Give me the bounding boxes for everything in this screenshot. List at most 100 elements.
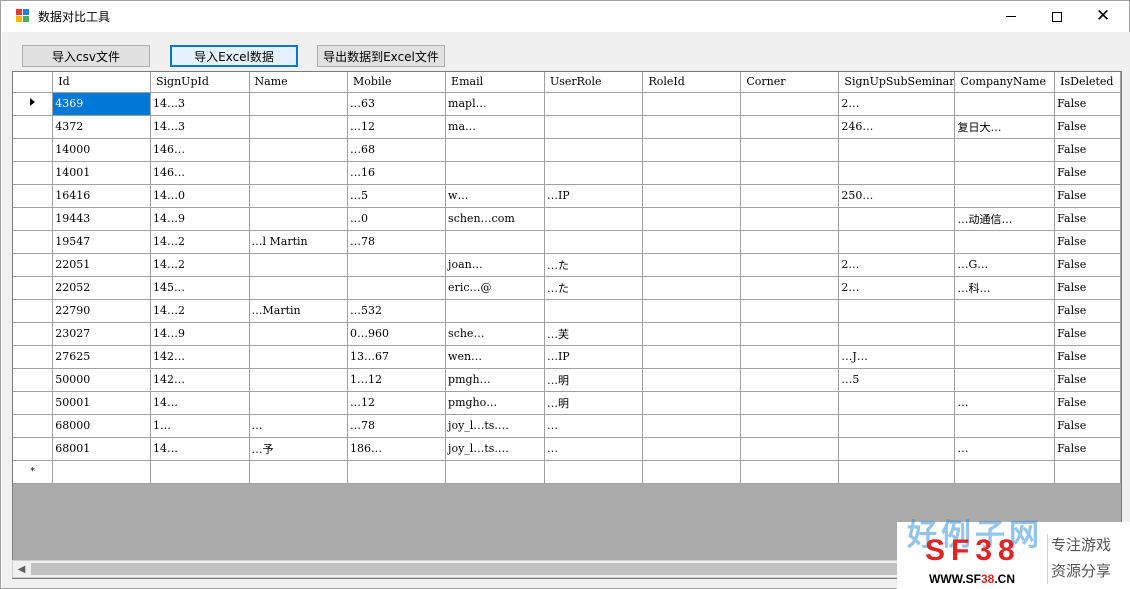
- grid-cell[interactable]: mapl…: [445, 92, 545, 116]
- table-row[interactable]: 19547 14…2 …l Martin …78 False: [13, 230, 1121, 254]
- grid-cell[interactable]: [642, 230, 742, 254]
- grid-cell[interactable]: [445, 161, 545, 185]
- grid-cell[interactable]: joy_l…ts.…: [445, 414, 545, 438]
- column-header-userrole[interactable]: UserRole: [544, 72, 644, 93]
- grid-cell[interactable]: 14…0: [150, 184, 250, 208]
- row-header[interactable]: [13, 414, 54, 438]
- grid-cell[interactable]: 13…67: [347, 345, 447, 369]
- grid-cell[interactable]: 50000: [52, 368, 151, 392]
- column-header-mobile[interactable]: Mobile: [347, 72, 447, 93]
- table-row[interactable]: 23027 14…9 0…960 sche… …芙 False: [13, 322, 1121, 346]
- grid-cell[interactable]: [838, 207, 956, 231]
- grid-cell[interactable]: 19443: [52, 207, 151, 231]
- grid-cell[interactable]: [740, 230, 840, 254]
- grid-cell[interactable]: 145…: [150, 276, 250, 300]
- grid-cell[interactable]: False: [1054, 322, 1121, 346]
- grid-cell[interactable]: 16416: [52, 184, 151, 208]
- grid-cell[interactable]: [642, 414, 742, 438]
- grid-cell[interactable]: w…: [445, 184, 545, 208]
- grid-cell[interactable]: [838, 391, 956, 415]
- grid-cell[interactable]: 14…2: [150, 253, 250, 277]
- grid-cell[interactable]: [740, 460, 840, 484]
- row-header[interactable]: [13, 437, 54, 461]
- grid-cell[interactable]: eric…@: [445, 276, 545, 300]
- grid-cell[interactable]: False: [1054, 92, 1121, 116]
- grid-cell[interactable]: [838, 322, 956, 346]
- grid-cell[interactable]: False: [1054, 184, 1121, 208]
- grid-cell[interactable]: …明: [544, 391, 644, 415]
- grid-cell[interactable]: 14…2: [150, 299, 250, 323]
- grid-cell[interactable]: [642, 276, 742, 300]
- grid-cell[interactable]: …Martin: [249, 299, 349, 323]
- new-row-marker[interactable]: *: [13, 460, 54, 484]
- grid-cell[interactable]: [642, 115, 742, 139]
- grid-cell[interactable]: [445, 299, 545, 323]
- grid-cell[interactable]: [740, 345, 840, 369]
- grid-cell[interactable]: [740, 115, 840, 139]
- grid-cell[interactable]: [954, 230, 1056, 254]
- row-header[interactable]: [13, 92, 54, 116]
- grid-cell[interactable]: [838, 138, 956, 162]
- grid-cell[interactable]: 2…: [838, 276, 956, 300]
- table-row[interactable]: 14001 146… …16 False: [13, 161, 1121, 185]
- export-excel-button[interactable]: 导出数据到Excel文件: [317, 45, 445, 67]
- grid-cell[interactable]: [249, 161, 349, 185]
- grid-cell[interactable]: [642, 184, 742, 208]
- grid-cell[interactable]: False: [1054, 345, 1121, 369]
- grid-cell[interactable]: [642, 207, 742, 231]
- row-header[interactable]: [13, 115, 54, 139]
- grid-cell[interactable]: 146…: [150, 161, 250, 185]
- grid-cell[interactable]: [740, 207, 840, 231]
- grid-cell[interactable]: False: [1054, 230, 1121, 254]
- grid-cell[interactable]: 14…3: [150, 115, 250, 139]
- grid-cell[interactable]: 22051: [52, 253, 151, 277]
- table-row[interactable]: 68000 1…… …78 joy_l…ts.…… False: [13, 414, 1121, 438]
- column-header-signupsubseminar[interactable]: SignUpSubSeminar: [838, 72, 956, 93]
- grid-cell[interactable]: [838, 437, 956, 461]
- grid-cell[interactable]: …5: [838, 368, 956, 392]
- scroll-left-arrow-icon[interactable]: ◀: [13, 561, 30, 577]
- grid-cell[interactable]: wen…: [445, 345, 545, 369]
- grid-cell[interactable]: [642, 322, 742, 346]
- grid-cell[interactable]: …た: [544, 276, 644, 300]
- grid-cell[interactable]: [838, 161, 956, 185]
- grid-cell[interactable]: False: [1054, 299, 1121, 323]
- grid-cell[interactable]: 14…9: [150, 322, 250, 346]
- grid-cell[interactable]: [740, 184, 840, 208]
- grid-cell[interactable]: 146…: [150, 138, 250, 162]
- grid-cell[interactable]: pmgho…: [445, 391, 545, 415]
- grid-corner-header[interactable]: [13, 72, 54, 93]
- grid-cell[interactable]: [544, 115, 644, 139]
- grid-cell[interactable]: [740, 437, 840, 461]
- column-header-corner[interactable]: Corner: [740, 72, 840, 93]
- table-row[interactable]: 19443 14…9 …0 schen…com …动通信… False: [13, 207, 1121, 231]
- data-grid[interactable]: Id SignUpId Name Mobile Email UserRole RoleId C…: [12, 71, 1122, 579]
- grid-cell[interactable]: …IP: [544, 345, 644, 369]
- import-excel-button[interactable]: 导入Excel数据: [170, 45, 298, 67]
- grid-cell[interactable]: False: [1054, 253, 1121, 277]
- grid-cell[interactable]: [954, 345, 1056, 369]
- import-csv-button[interactable]: 导入csv文件: [22, 45, 150, 67]
- grid-cell[interactable]: [642, 253, 742, 277]
- grid-cell[interactable]: False: [1054, 138, 1121, 162]
- grid-cell[interactable]: [544, 460, 644, 484]
- grid-cell[interactable]: [954, 184, 1056, 208]
- grid-cell[interactable]: False: [1054, 391, 1121, 415]
- grid-cell[interactable]: [249, 138, 349, 162]
- row-header[interactable]: [13, 368, 54, 392]
- grid-cell[interactable]: [740, 368, 840, 392]
- grid-cell[interactable]: …芙: [544, 322, 644, 346]
- grid-cell[interactable]: [52, 460, 151, 484]
- grid-cell[interactable]: …: [544, 414, 644, 438]
- grid-cell[interactable]: …: [954, 437, 1056, 461]
- grid-cell[interactable]: [954, 92, 1056, 116]
- grid-cell[interactable]: [642, 92, 742, 116]
- column-header-email[interactable]: Email: [445, 72, 545, 93]
- grid-cell[interactable]: [347, 253, 447, 277]
- grid-cell[interactable]: [544, 230, 644, 254]
- grid-cell[interactable]: [740, 391, 840, 415]
- grid-cell[interactable]: [740, 414, 840, 438]
- grid-cell[interactable]: 246…: [838, 115, 956, 139]
- grid-cell[interactable]: [740, 276, 840, 300]
- grid-cell[interactable]: …78: [347, 230, 447, 254]
